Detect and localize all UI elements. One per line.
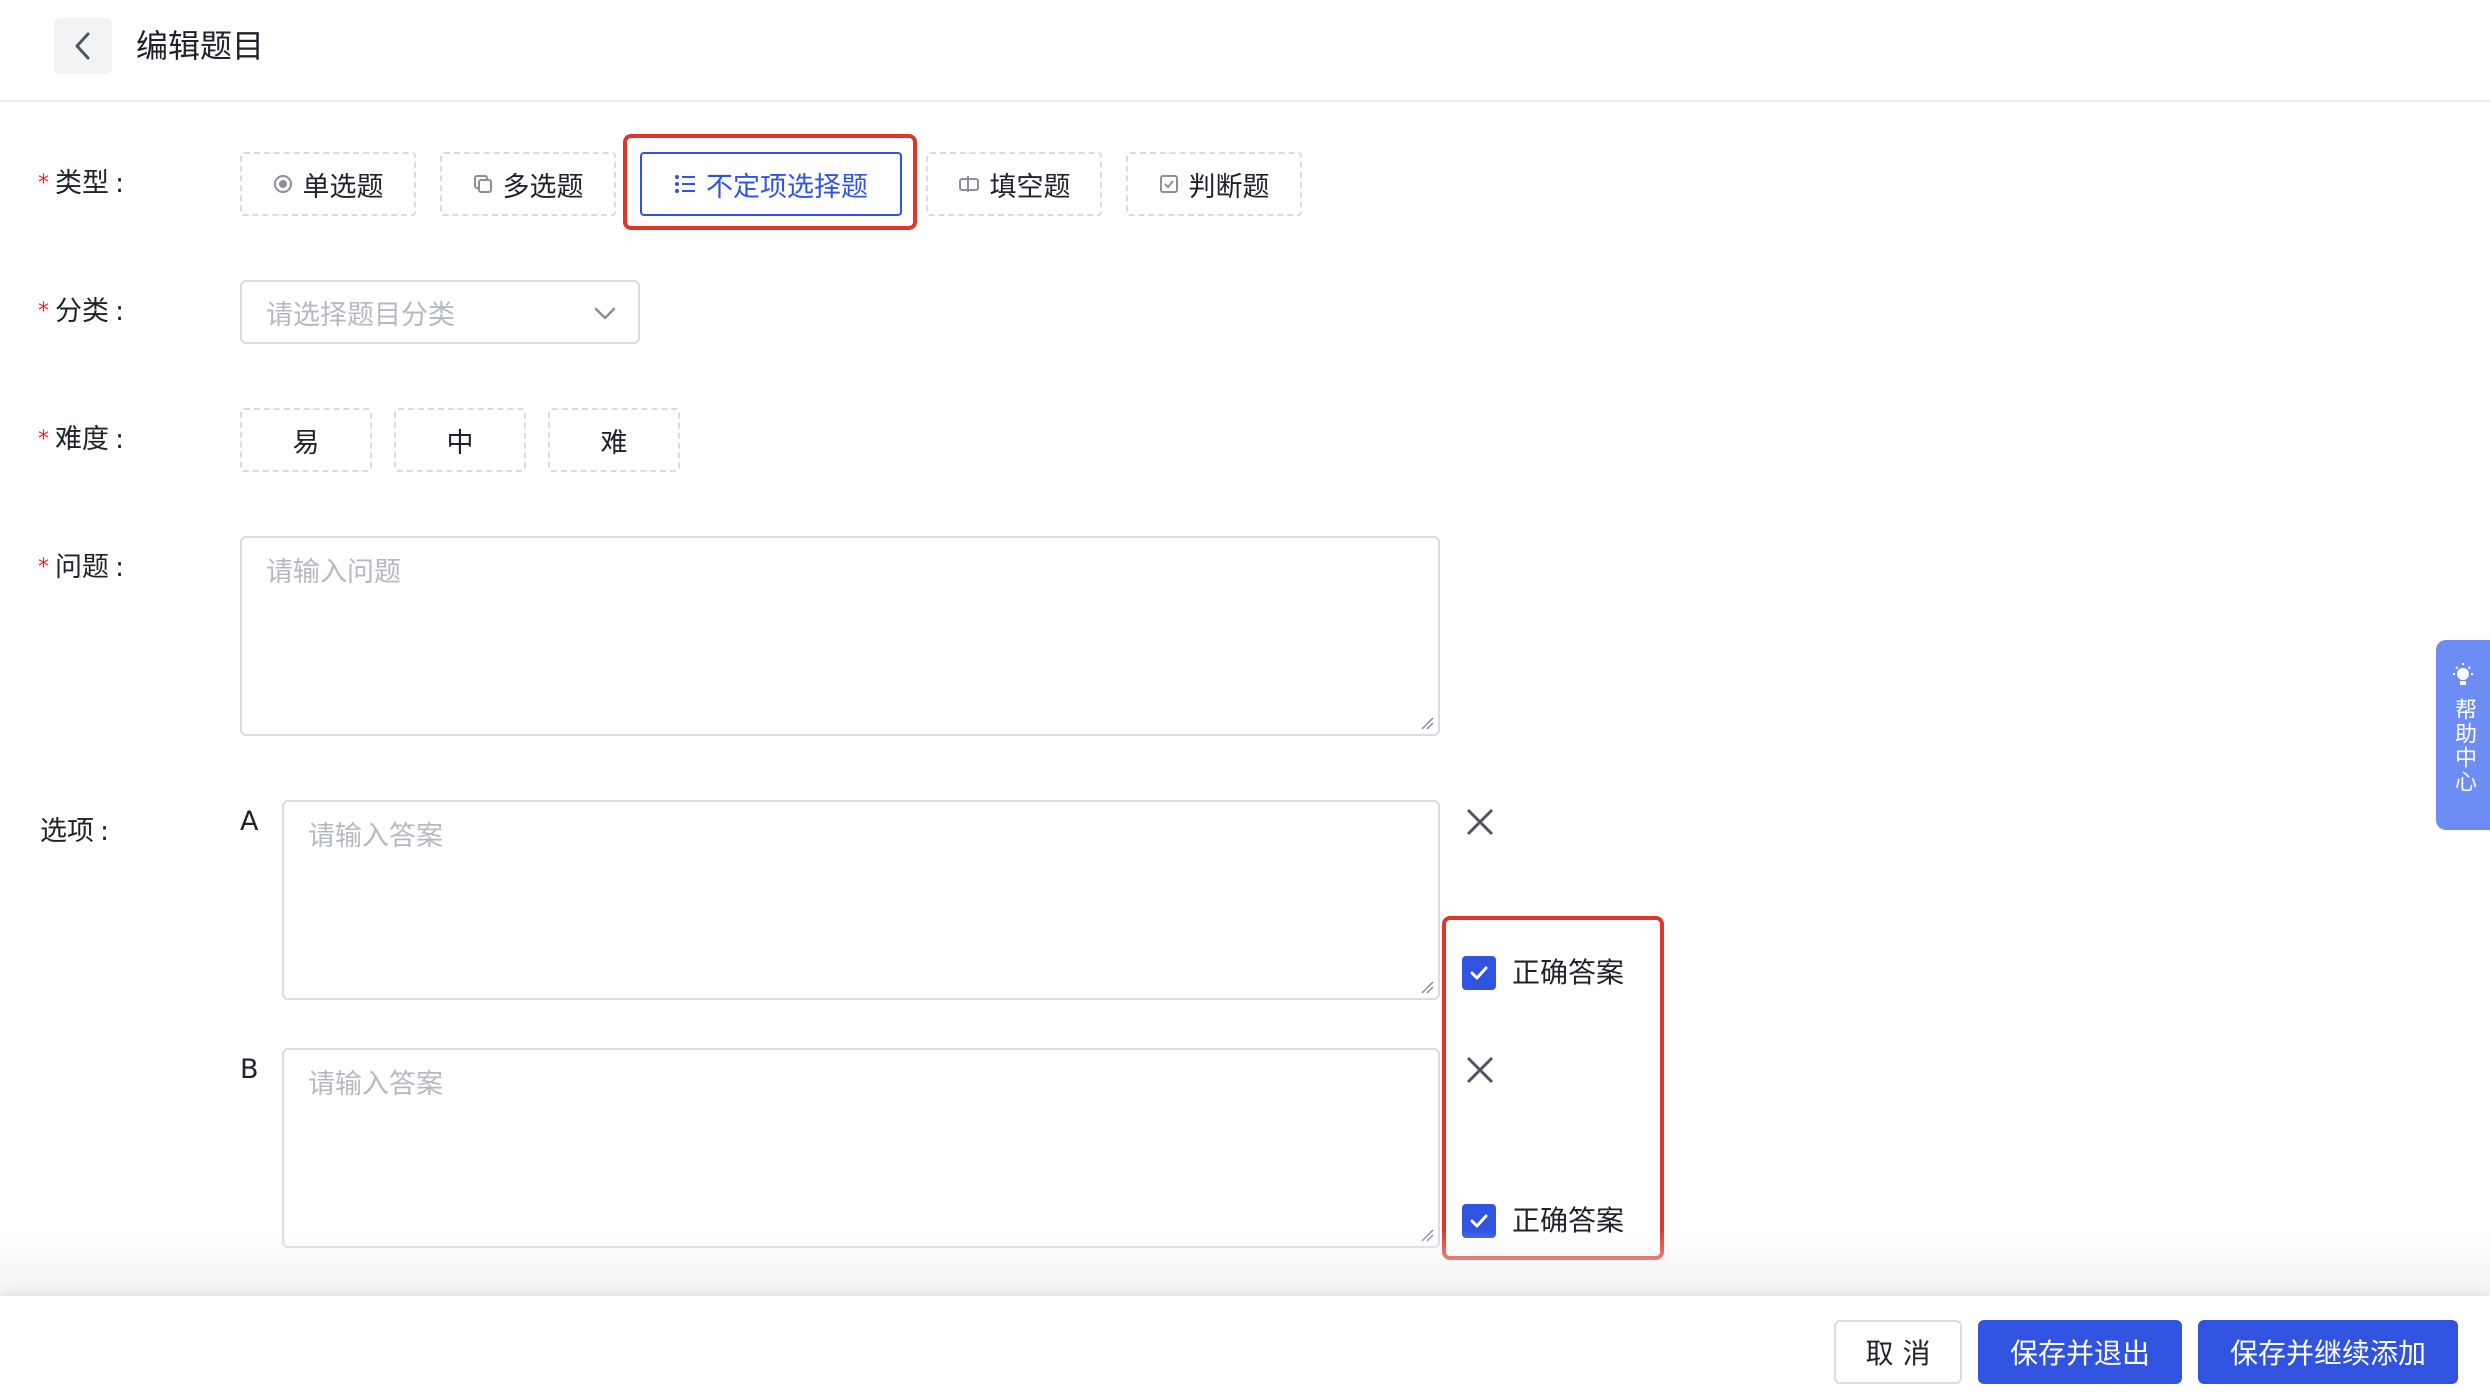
list-icon xyxy=(674,173,696,195)
category-placeholder: 请选择题目分类 xyxy=(266,299,455,331)
help-center-tab[interactable]: 帮助中心 xyxy=(2436,640,2490,830)
remove-option-b-icon[interactable] xyxy=(1462,1052,1498,1088)
radio-icon xyxy=(273,174,293,194)
category-label-text: 分类 xyxy=(55,296,109,327)
category-select[interactable]: 请选择题目分类 xyxy=(240,280,640,344)
judge-icon xyxy=(1159,174,1179,194)
resize-handle-icon[interactable] xyxy=(1420,980,1434,994)
resize-handle-icon[interactable] xyxy=(1420,716,1434,730)
back-button[interactable] xyxy=(54,18,112,74)
options-label: 选项: xyxy=(40,816,110,847)
type-label: * 类型: xyxy=(38,168,125,199)
required-mark: * xyxy=(38,171,49,196)
difficulty-hard[interactable]: 难 xyxy=(548,408,680,472)
type-option-label: 判断题 xyxy=(1188,171,1270,203)
options-label-text: 选项 xyxy=(40,816,94,847)
type-option-single[interactable]: 单选题 xyxy=(240,152,416,216)
category-label: * 分类: xyxy=(38,296,125,327)
help-center-label: 帮助中心 xyxy=(2451,698,2476,794)
type-option-multiple[interactable]: 多选题 xyxy=(440,152,616,216)
question-label-text: 问题 xyxy=(55,552,109,583)
difficulty-label: * 难度: xyxy=(38,424,125,455)
question-label: * 问题: xyxy=(38,552,125,583)
remove-option-a-icon[interactable] xyxy=(1462,804,1498,840)
type-option-fill-blank[interactable]: 填空题 xyxy=(926,152,1102,216)
question-input[interactable]: 请输入问题 xyxy=(240,536,1440,736)
check-icon xyxy=(1470,966,1488,980)
save-continue-button[interactable]: 保存并继续添加 xyxy=(2198,1320,2458,1384)
blank-icon xyxy=(958,174,980,194)
chevron-left-icon xyxy=(75,32,90,60)
option-letter-a: A xyxy=(240,806,259,837)
footer-fade xyxy=(0,1230,2490,1296)
type-option-true-false[interactable]: 判断题 xyxy=(1126,152,1302,216)
option-a-placeholder: 请输入答案 xyxy=(308,821,443,852)
lightbulb-icon xyxy=(2453,663,2473,685)
option-b-placeholder: 请输入答案 xyxy=(308,1069,443,1100)
correct-answer-a-label[interactable]: 正确答案 xyxy=(1512,953,1624,993)
page-title: 编辑题目 xyxy=(136,27,265,65)
correct-answer-a-checkbox[interactable] xyxy=(1462,956,1496,990)
difficulty-medium[interactable]: 中 xyxy=(394,408,526,472)
page-header xyxy=(0,0,2490,102)
type-option-indefinite[interactable]: 不定项选择题 xyxy=(640,152,902,216)
difficulty-label-text: 难度 xyxy=(55,424,109,455)
required-mark: * xyxy=(38,555,49,580)
option-letter-b: B xyxy=(240,1054,259,1085)
type-option-label: 不定项选择题 xyxy=(706,171,868,203)
copy-icon xyxy=(473,174,493,194)
check-icon xyxy=(1470,1214,1488,1228)
difficulty-easy[interactable]: 易 xyxy=(240,408,372,472)
chevron-down-icon xyxy=(594,307,616,320)
cancel-button[interactable]: 取 消 xyxy=(1834,1320,1962,1384)
question-placeholder: 请输入问题 xyxy=(266,557,401,588)
required-mark: * xyxy=(38,427,49,452)
option-b-input[interactable]: 请输入答案 xyxy=(282,1048,1440,1248)
type-label-text: 类型 xyxy=(55,168,109,199)
type-option-label: 填空题 xyxy=(989,171,1071,203)
type-option-label: 多选题 xyxy=(502,171,584,203)
type-option-label: 单选题 xyxy=(302,171,384,203)
required-mark: * xyxy=(38,299,49,324)
save-exit-button[interactable]: 保存并退出 xyxy=(1978,1320,2182,1384)
option-a-input[interactable]: 请输入答案 xyxy=(282,800,1440,1000)
